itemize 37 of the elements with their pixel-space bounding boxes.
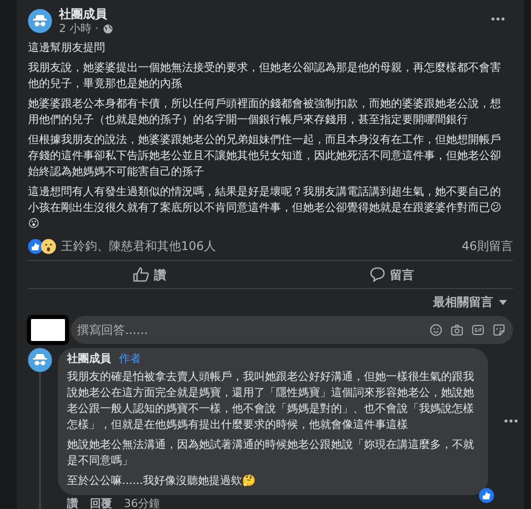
post-time[interactable]: 2 小時 · [59, 22, 98, 35]
comment-paragraph: 至於公公嘛......我好像沒聽她提過欸🤔 [67, 472, 257, 488]
speech-bubble-icon [370, 267, 385, 282]
camera-icon[interactable] [451, 324, 463, 336]
post-paragraph: 我朋友說，她婆婆提出一個她無法接受的要求，但她老公卻認為那是他的母親，再怎麼樣都不會害他的兒子，畢竟那也是她的內孫 [28, 60, 502, 92]
like-reaction-icon [479, 488, 494, 502]
user-avatar [27, 315, 69, 345]
incognito-avatar-icon [28, 348, 52, 372]
comment-paragraph: 我朋友的確是怕被拿去賣人頭帳戶，我叫她跟老公好好溝通，但她一樣很生氣的跟我說她老公在這方面完全就是媽寶，還用了「隱性媽寶」這個詞來形容她老公，她說她老公跟一般人認知的媽寶不一樣，他不會說「媽媽是對的」、也不會說「我媽說怎樣怎樣」，但就是在他媽媽有提出什麼要求的時候，他就會像這件事這樣 [67, 368, 474, 432]
sticker-icon[interactable] [493, 324, 505, 336]
author-name[interactable]: 社團成員 [59, 7, 484, 22]
comment-count[interactable]: 46則留言 [462, 237, 513, 255]
post-paragraph: 這邊幫朋友提問 [28, 40, 106, 56]
post-paragraph: 這邊想問有人有發生過類似的情況嗎，結果是好是壞呢？我朋友講電話講到超生氣，她不要自己的小孩在剛出生沒很久就有了案底所以不肯同意這件事，但她老公卻覺得她就是在跟婆婆作對而已😕😮 [28, 184, 502, 232]
reactions-summary[interactable]: 王鈴鈞、陳慈君和其他106人 [61, 237, 216, 255]
caret-icon [499, 300, 507, 304]
globe-icon [102, 24, 112, 34]
smiley-icon[interactable] [430, 324, 442, 336]
sort-comments-dropdown[interactable]: 最相關留言 [433, 293, 507, 311]
comment-action-link[interactable]: 讚 [67, 496, 78, 509]
post-paragraph: 她婆婆跟老公本身都有卡債，所以任何戶頭裡面的錢都會被強制扣款，而她的婆婆跟她老公說，想用他們的兒子（也就是她的孫子）的名字開一個銀行帳戶來存錢用，甚至指定要開哪間銀行 [28, 96, 502, 128]
reply-field[interactable]: 撰寫回答...... [71, 316, 513, 344]
post-action-button[interactable]: 讚 [28, 261, 270, 288]
more-options-icon[interactable] [504, 419, 518, 424]
thumbs-up-icon [132, 267, 149, 282]
wow-reaction-icon [41, 238, 56, 254]
post-paragraph: 但根據我朋友的說法，她婆婆跟她老公的兄弟姐妹們住一起，而且本身沒有在工作，但她想開帳戶存錢的這件事卻私下告訴她老公並且不讓她其他兒女知道，因此她死活不同意這件事，但她老公卻始終認為她媽媽不可能害自己的孫子 [28, 132, 502, 180]
author-label: 作者 [119, 351, 141, 367]
post-action-button[interactable]: 留言 [270, 261, 513, 288]
incognito-avatar-icon [28, 9, 52, 33]
gif-icon[interactable] [472, 324, 484, 336]
comment-time[interactable]: 36分鐘 [124, 496, 160, 509]
comment-action-link[interactable]: 回覆 [90, 496, 112, 509]
like-reaction-icon [28, 238, 43, 254]
more-options-icon[interactable] [491, 17, 505, 21]
comment-author[interactable]: 社團成員 [67, 351, 111, 368]
comment-paragraph: 她說她老公無法溝通，因為她試著溝通的時候她老公跟她說「妳現在講這麼多，不就是不同意嗎」 [67, 436, 474, 468]
